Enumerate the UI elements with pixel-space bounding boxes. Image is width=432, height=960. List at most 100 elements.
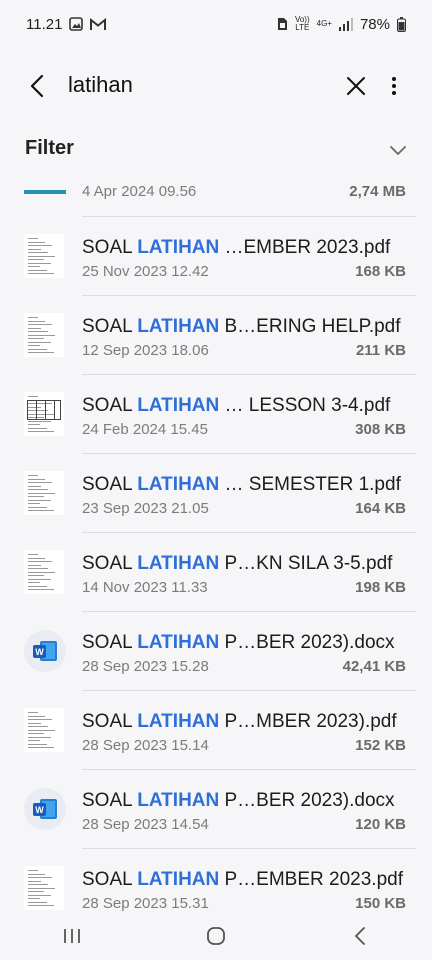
pdf-thumbnail: [24, 550, 64, 594]
battery-icon: [397, 16, 406, 32]
recent-apps-button[interactable]: [42, 916, 102, 956]
word-icon: W: [24, 788, 66, 830]
search-highlight: LATIHAN: [137, 316, 220, 337]
search-highlight: LATIHAN: [137, 553, 220, 574]
file-size: 164 KB: [355, 500, 406, 517]
thumbnail-text-line: [28, 736, 51, 738]
pdf-thumbnail: [24, 866, 64, 910]
thumbnail-text-line: [28, 729, 55, 731]
filter-toggle[interactable]: Filter: [0, 128, 432, 172]
thumbnail-text-line: [28, 568, 48, 569]
file-date: 23 Sep 2023 21.05: [82, 500, 209, 517]
thumbnail-text-line: [28, 324, 52, 325]
file-size: 308 KB: [355, 421, 406, 438]
thumbnail-text-line: [28, 575, 44, 576]
list-item-partial[interactable]: 4 Apr 2024 09.56 2,74 MB: [0, 172, 432, 217]
thumbnail-text-line: [28, 726, 48, 727]
recent-apps-icon: [64, 929, 80, 943]
gallery-notification-icon: [69, 17, 84, 31]
file-size: 211 KB: [355, 342, 406, 359]
file-name-suffix: P…KN SILA 3-5.pdf: [219, 553, 393, 574]
thumbnail-text-line: [28, 894, 51, 896]
pdf-thumbnail: [24, 313, 64, 357]
thumbnail-text-line: [28, 740, 40, 741]
file-list-item[interactable]: W SOAL LATIHAN P…BER 2023).docx 28 Sep 202…: [0, 612, 432, 691]
thumbnail-text-line: [28, 712, 38, 713]
file-thumbnail: [24, 190, 66, 194]
file-name: SOAL LATIHAN P…EMBER 2023.pdf: [82, 869, 403, 891]
thumbnail-text-line: [28, 348, 47, 350]
file-name: SOAL LATIHAN …EMBER 2023.pdf: [82, 237, 390, 259]
thumbnail-text-line: [28, 884, 48, 885]
file-name-prefix: SOAL: [82, 474, 138, 495]
file-list-item[interactable]: SOAL LATIHAN P…EMBER 2023.pdf 28 Sep 2023…: [0, 849, 432, 912]
file-size: 150 KB: [355, 895, 406, 912]
thumbnail-text-line: [28, 880, 41, 882]
file-size: 42,41 KB: [342, 658, 406, 675]
search-highlight: LATIHAN: [137, 237, 220, 258]
search-highlight: LATIHAN: [137, 869, 220, 890]
file-size: 2,74 MB: [349, 183, 406, 200]
search-highlight: LATIHAN: [137, 711, 220, 732]
battery-level: 78%: [359, 15, 390, 33]
file-list-item[interactable]: SOAL LATIHAN B…ERING HELP.pdf 12 Sep 2023…: [0, 296, 432, 375]
thumbnail-text-line: [28, 482, 52, 483]
pdf-thumbnail-table: [24, 392, 64, 436]
file-list-item[interactable]: SOAL LATIHAN … SEMESTER 1.pdf 23 Sep 2023…: [0, 454, 432, 533]
file-list-item[interactable]: SOAL LATIHAN P…KN SILA 3-5.pdf 14 Nov 202…: [0, 533, 432, 612]
file-name-prefix: SOAL: [82, 237, 138, 258]
thumbnail-text-line: [28, 743, 47, 745]
back-nav-button[interactable]: [330, 916, 390, 956]
home-button[interactable]: [186, 916, 246, 956]
thumbnail-text-line: [28, 396, 38, 397]
file-list-item[interactable]: SOAL LATIHAN … LESSON 3-4.pdf 24 Feb 2024…: [0, 375, 432, 454]
filter-label: Filter: [25, 137, 74, 159]
thumbnail-text-line: [28, 262, 51, 264]
thumbnail-text-line: [28, 273, 54, 274]
thumbnail-text-line: [28, 485, 41, 487]
thumbnail-text-line: [28, 338, 44, 339]
home-icon: [207, 927, 225, 945]
file-name-prefix: SOAL: [82, 869, 138, 890]
more-options-button[interactable]: [380, 70, 408, 102]
thumbnail-text-line: [28, 506, 47, 508]
file-date: 28 Sep 2023 15.28: [82, 658, 209, 675]
back-button[interactable]: [22, 70, 54, 102]
thumbnail-text-line: [28, 427, 47, 429]
thumbnail-text-line: [28, 269, 47, 271]
thumbnail-text-line: [28, 266, 40, 267]
status-left: 11.21: [26, 15, 107, 33]
file-name-prefix: SOAL: [82, 711, 138, 732]
file-list-item[interactable]: SOAL LATIHAN …EMBER 2023.pdf 25 Nov 2023 …: [0, 217, 432, 296]
thumbnail-text-line: [28, 238, 38, 239]
pdf-thumbnail: [24, 471, 64, 515]
search-input[interactable]: latihan: [68, 72, 133, 98]
status-bar: 11.21 Vo)) LTE 4G+ 78%: [0, 0, 432, 48]
pdf-thumbnail: [24, 234, 64, 278]
file-name: SOAL LATIHAN P…BER 2023).docx: [82, 790, 395, 812]
thumbnail-text-line: [28, 431, 54, 432]
chevron-down-icon: [390, 146, 406, 155]
file-date: 14 Nov 2023 11.33: [82, 579, 208, 596]
volte-indicator: Vo)) LTE: [294, 15, 310, 32]
search-highlight: LATIHAN: [137, 395, 220, 416]
navigation-bar: [0, 912, 432, 960]
file-size: 168 KB: [355, 263, 406, 280]
clock: 11.21: [26, 15, 63, 33]
file-name-prefix: SOAL: [82, 790, 138, 811]
search-highlight: LATIHAN: [137, 632, 220, 653]
thumbnail-text-line: [28, 733, 44, 734]
thumbnail-text-line: [28, 747, 54, 748]
file-list-item[interactable]: W SOAL LATIHAN P…BER 2023).docx 28 Sep 202…: [0, 770, 432, 849]
status-right: Vo)) LTE 4G+ 78%: [277, 16, 406, 33]
file-name-suffix: P…BER 2023).docx: [219, 790, 395, 811]
file-size: 120 KB: [355, 816, 406, 833]
thumbnail-text-line: [28, 327, 41, 329]
clear-search-button[interactable]: [340, 70, 372, 102]
thumbnail-text-line: [28, 475, 38, 476]
file-list: 4 Apr 2024 09.56 2,74 MB SOAL LATIHAN …E…: [0, 172, 432, 912]
file-name: SOAL LATIHAN P…BER 2023).docx: [82, 632, 395, 654]
file-list-item[interactable]: SOAL LATIHAN P…MBER 2023).pdf 28 Sep 2023…: [0, 691, 432, 770]
svg-text:W: W: [35, 647, 44, 657]
thumbnail-text-line: [28, 334, 55, 336]
